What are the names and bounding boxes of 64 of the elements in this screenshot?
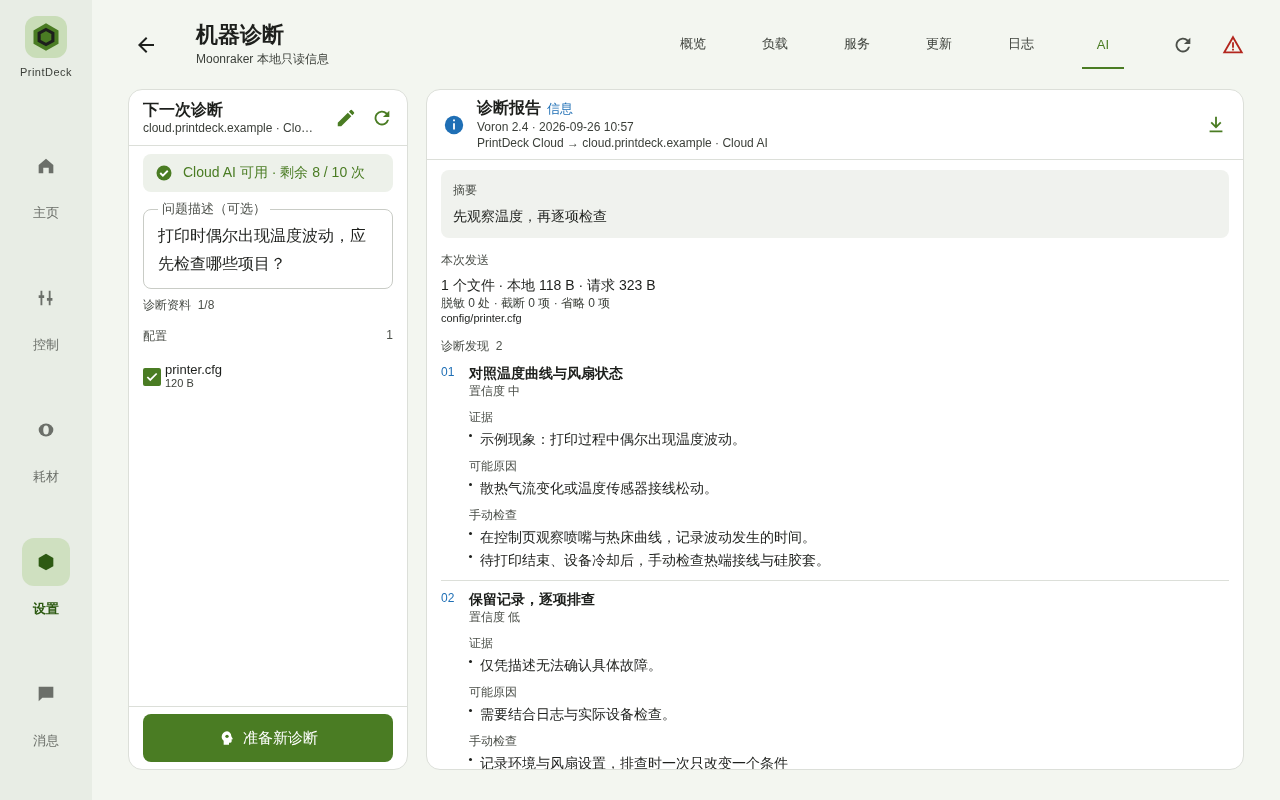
tab[interactable]: AI [1082,20,1124,69]
section-label: 手动检查 [469,733,518,750]
confidence-label: 置信度 中 [469,383,522,400]
report-meta: Voron 2.4 · 2026-09-26 10:57 [477,119,635,135]
section-label: 手动检查 [469,507,518,524]
logo-icon [25,16,67,58]
findings-label: 诊断发现 2 [441,338,504,355]
group-count: 1 [386,328,393,344]
nav-item[interactable]: 耗材 [22,406,70,486]
report-category-label: 信息 [547,101,573,116]
card-subtitle: cloud.printdeck.example · Clo… [143,121,315,135]
bullet-icon [469,483,472,486]
materials-label: 诊断资料 1/8 [143,297,216,314]
list-item: 仅凭描述无法确认具体故障。 [480,657,662,675]
finding-title: 对照温度曲线与风扇状态 [469,365,624,383]
bullet-icon [469,532,472,535]
report-route: PrintDeck Cloud → cloud.printdeck.example · Cloud AI [477,135,769,151]
check-circle-icon [155,164,173,182]
section-label: 可能原因 [469,458,518,475]
tab[interactable]: 负载 [734,20,816,69]
section-label: 证据 [469,635,494,652]
tab[interactable]: 概览 [652,20,734,69]
nav-item[interactable]: 控制 [22,274,70,354]
bullet-icon [469,660,472,663]
warning-icon[interactable] [1222,33,1244,56]
list-item: 散热气流变化或温度传感器接线松动。 [480,480,718,498]
sent-file: config/printer.cfg [441,312,523,324]
question-field[interactable]: 问题描述（可选） 打印时偶尔出现温度波动，应先检查哪些项目？ [143,200,393,289]
list-item: 在控制页观察喷嘴与热床曲线，记录波动发生的时间。 [480,529,816,547]
list-item: 示例现象：打印过程中偶尔出现温度波动。 [480,431,746,449]
card-title: 下一次诊断 [143,100,224,120]
bullet-icon [469,758,472,761]
summary-text: 先观察温度，再逐项检查 [453,208,608,226]
file-size: 120 B [165,377,195,390]
sent-label: 本次发送 [441,252,490,269]
report-title: 诊断报告 [477,99,541,116]
checkbox[interactable] [143,367,161,386]
finding-number: 01 [441,365,455,381]
status-text: Cloud AI 可用 · 剩余 8 / 10 次 [183,164,366,182]
confidence-label: 置信度 低 [469,609,522,626]
file-name: printer.cfg [165,363,223,377]
brand-name: PrintDeck [19,66,73,78]
sent-details: 脱敏 0 处 · 截断 0 项 · 省略 0 项 [441,295,612,312]
list-item: 待打印结束、设备冷却后，手动检查热端接线与硅胶套。 [480,552,830,570]
finding-title: 保留记录，逐项排查 [469,591,596,609]
new-diagnosis-button[interactable]: 准备新诊断 [143,714,393,762]
page-title: 机器诊断 [196,21,285,49]
info-icon [443,113,465,136]
section-label: 可能原因 [469,684,518,701]
summary-label: 摘要 [453,182,478,199]
tab[interactable]: 日志 [980,20,1062,69]
list-item: 需要结合日志与实际设备检查。 [480,706,676,724]
nav-item[interactable]: 主页 [22,142,70,222]
bullet-icon [469,709,472,712]
section-label: 证据 [469,409,494,426]
finding-number: 02 [441,591,455,607]
sent-summary: 1 个文件 · 本地 118 B · 请求 323 B [441,277,657,295]
tab[interactable]: 服务 [816,20,898,69]
page-subtitle: Moonraker 本地只读信息 [196,51,329,68]
bullet-icon [469,555,472,558]
tab[interactable]: 更新 [898,20,980,69]
group-name: 配置 [143,328,167,345]
nav-item[interactable]: 消息 [22,670,70,750]
bullet-icon [469,434,472,437]
